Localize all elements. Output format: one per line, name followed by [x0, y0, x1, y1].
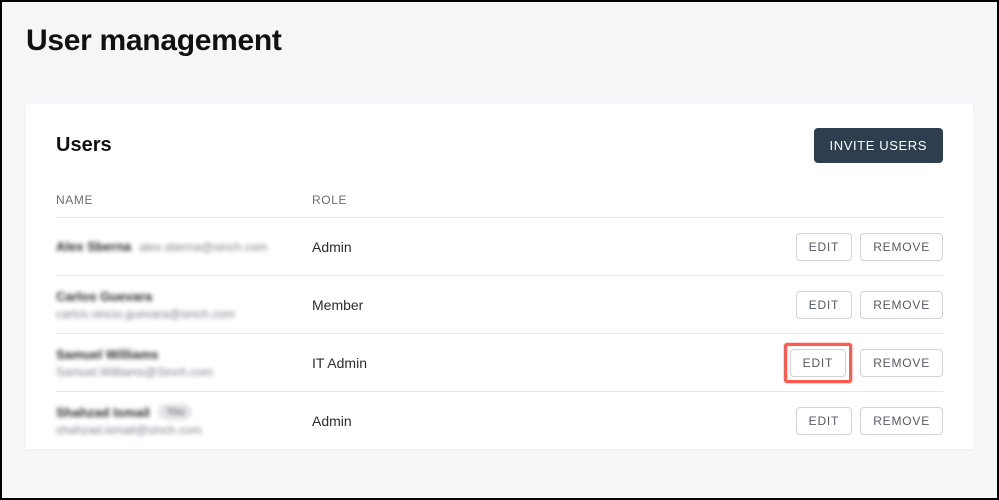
- user-role: Member: [312, 297, 796, 313]
- user-role: Admin: [312, 413, 796, 429]
- edit-button[interactable]: EDIT: [796, 291, 853, 319]
- user-role: Admin: [312, 239, 796, 255]
- user-name: Samuel Williams: [56, 347, 158, 362]
- row-actions: EDIT REMOVE: [796, 407, 943, 435]
- edit-button[interactable]: EDIT: [796, 407, 853, 435]
- col-header-name: NAME: [56, 193, 312, 207]
- you-badge: You: [158, 404, 193, 420]
- table-row: Alex Sberna alex.sberna@sinch.com Admin …: [56, 217, 943, 275]
- user-name-cell: Carlos Guevara carlos.vincio.guevara@sin…: [56, 289, 312, 321]
- user-role: IT Admin: [312, 355, 784, 371]
- row-actions: EDIT REMOVE: [784, 343, 943, 383]
- user-name: Shahzad Ismail: [56, 405, 150, 420]
- edit-button[interactable]: EDIT: [790, 349, 847, 377]
- user-email: Samuel.Williams@Sinch.com: [56, 365, 312, 379]
- user-name-cell: Shahzad Ismail You shahzad.ismail@sinch.…: [56, 404, 312, 437]
- users-card-header: Users INVITE USERS: [26, 104, 973, 175]
- edit-button[interactable]: EDIT: [796, 233, 853, 261]
- remove-button[interactable]: REMOVE: [860, 233, 943, 261]
- edit-highlight: EDIT: [784, 343, 853, 383]
- page-title: User management: [26, 24, 997, 58]
- remove-button[interactable]: REMOVE: [860, 349, 943, 377]
- table-row: Carlos Guevara carlos.vincio.guevara@sin…: [56, 275, 943, 333]
- user-email: carlos.vincio.guevara@sinch.com: [56, 307, 312, 321]
- remove-button[interactable]: REMOVE: [860, 291, 943, 319]
- col-header-role: ROLE: [312, 193, 347, 207]
- user-email: alex.sberna@sinch.com: [139, 240, 267, 254]
- users-table: NAME ROLE Alex Sberna alex.sberna@sinch.…: [26, 175, 973, 449]
- users-card: Users INVITE USERS NAME ROLE Alex Sberna…: [26, 104, 973, 449]
- table-row: Samuel Williams Samuel.Williams@Sinch.co…: [56, 333, 943, 391]
- user-name-cell: Alex Sberna alex.sberna@sinch.com: [56, 239, 312, 254]
- invite-users-button[interactable]: INVITE USERS: [814, 128, 944, 163]
- users-table-header: NAME ROLE: [56, 175, 943, 217]
- row-actions: EDIT REMOVE: [796, 233, 943, 261]
- remove-button[interactable]: REMOVE: [860, 407, 943, 435]
- users-card-title: Users: [56, 134, 112, 157]
- user-name-cell: Samuel Williams Samuel.Williams@Sinch.co…: [56, 347, 312, 379]
- user-name: Alex Sberna: [56, 239, 131, 254]
- table-row: Shahzad Ismail You shahzad.ismail@sinch.…: [56, 391, 943, 449]
- row-actions: EDIT REMOVE: [796, 291, 943, 319]
- user-email: shahzad.ismail@sinch.com: [56, 423, 312, 437]
- user-name: Carlos Guevara: [56, 289, 152, 304]
